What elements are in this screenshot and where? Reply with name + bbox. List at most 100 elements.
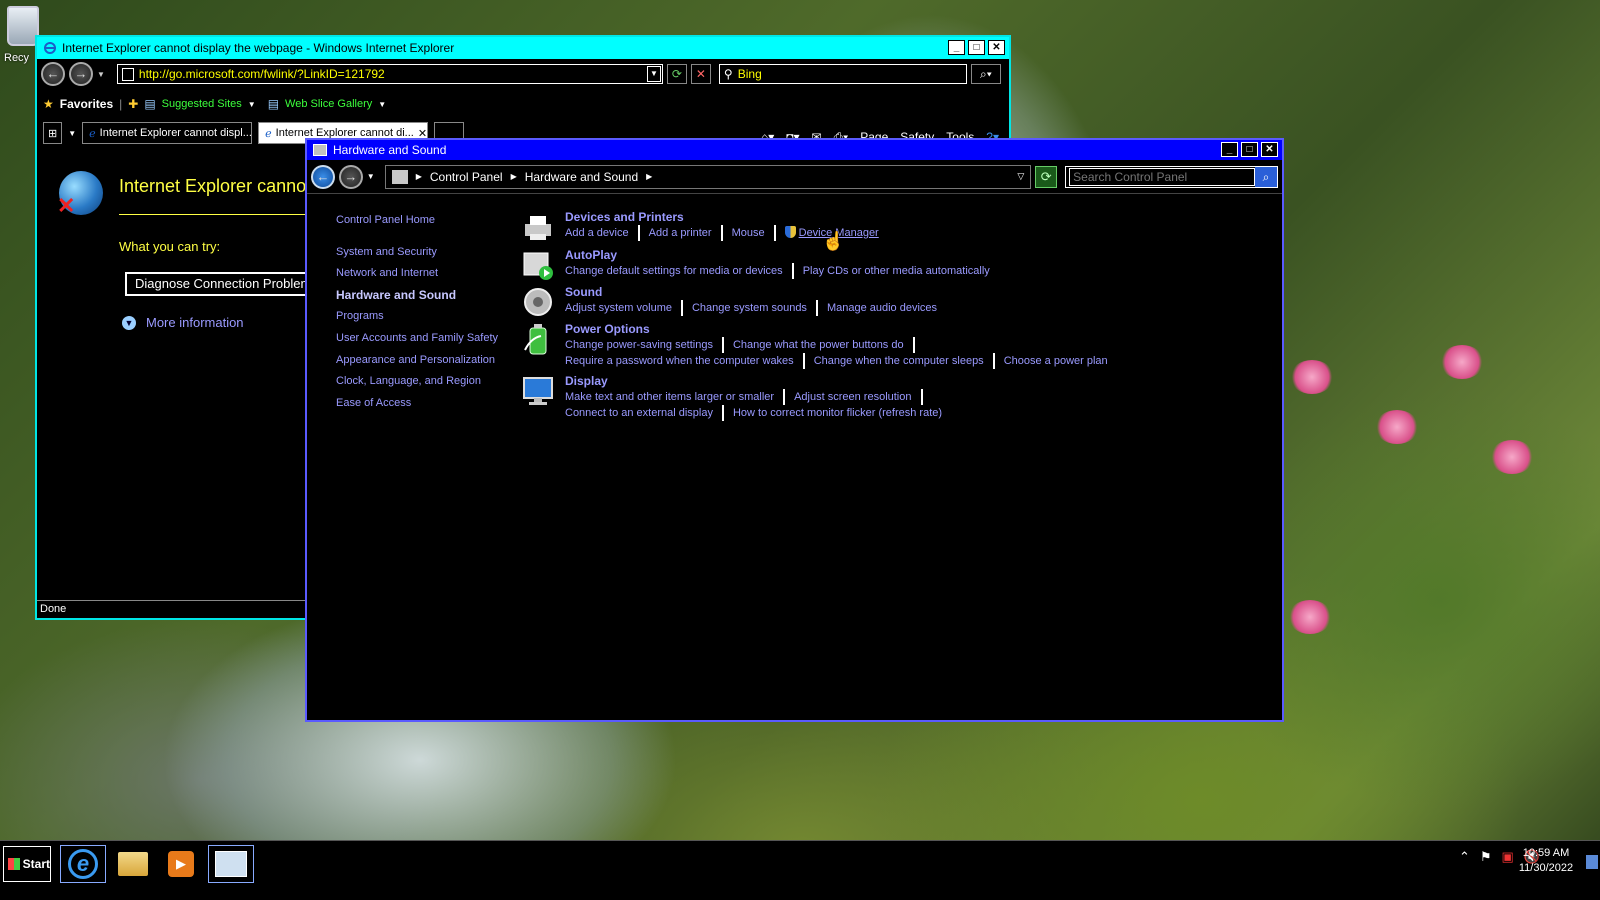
ie-page-icon: ℯ — [89, 127, 96, 140]
speaker-icon[interactable] — [521, 285, 555, 319]
stop-button[interactable]: ✕ — [690, 64, 711, 84]
taskbar-media-player[interactable]: ▶ — [158, 845, 204, 883]
add-a-device-link[interactable]: Add a device — [565, 225, 640, 241]
cp-search-box[interactable]: ⌕ — [1065, 165, 1278, 188]
taskbar-internet-explorer[interactable]: e — [60, 845, 106, 883]
address-dropdown-icon[interactable]: ▽ — [1017, 171, 1024, 182]
address-bar[interactable]: http://go.microsoft.com/fwlink/?LinkID=1… — [116, 64, 663, 84]
manage-audio-devices-link[interactable]: Manage audio devices — [827, 300, 946, 316]
sidebar-item-clock-language-region[interactable]: Clock, Language, and Region — [336, 371, 516, 393]
chevron-down-icon: ▼ — [122, 315, 136, 330]
ie-titlebar[interactable]: Internet Explorer cannot display the web… — [37, 37, 1009, 59]
close-button[interactable]: ✕ — [1261, 142, 1278, 157]
maximize-button[interactable]: □ — [968, 40, 985, 55]
control-panel-window[interactable]: Hardware and Sound _ □ ✕ ← → ▼ ▶ Control… — [305, 138, 1284, 722]
category-sound: Sound Adjust system volume Change system… — [521, 285, 955, 319]
breadcrumb-hardware-and-sound[interactable]: Hardware and Sound — [525, 170, 638, 184]
back-button[interactable]: ← — [41, 62, 65, 86]
search-button[interactable]: ⌕▾ — [970, 64, 1001, 84]
minimize-button[interactable]: _ — [1221, 142, 1238, 157]
forward-button[interactable]: → — [338, 164, 363, 189]
search-box[interactable]: ⚲ Bing — [718, 64, 967, 84]
system-clock[interactable]: 10:59 AM 11/30/2022 — [1506, 846, 1586, 876]
forward-button[interactable]: → — [69, 62, 93, 86]
address-url[interactable]: http://go.microsoft.com/fwlink/?LinkID=1… — [139, 67, 642, 81]
monitor-icon[interactable] — [521, 374, 555, 408]
start-button[interactable]: Start — [3, 846, 51, 882]
category-title[interactable]: Display — [565, 374, 1085, 389]
favorites-bar: ★ Favorites | ✚ ▤ Suggested Sites ▼ ▤ We… — [37, 89, 1009, 119]
battery-icon[interactable] — [521, 322, 555, 356]
adjust-screen-resolution-link[interactable]: Adjust screen resolution — [794, 389, 923, 405]
show-desktop-button[interactable] — [1586, 855, 1598, 869]
tab-list-dropdown-icon[interactable]: ▼ — [68, 129, 76, 138]
add-favorite-icon[interactable]: ✚ — [128, 97, 138, 111]
sidebar-item-hardware-and-sound[interactable]: Hardware and Sound — [336, 285, 516, 307]
breadcrumb[interactable]: ▶ Control Panel ▶ Hardware and Sound ▶ ▽ — [384, 164, 1032, 189]
breadcrumb-separator-icon[interactable]: ▶ — [511, 172, 517, 181]
cp-titlebar[interactable]: Hardware and Sound _ □ ✕ — [307, 140, 1282, 160]
change-sleep-time-link[interactable]: Change when the computer sleeps — [814, 353, 995, 369]
windows-logo-icon — [8, 858, 20, 870]
category-links: Change default settings for media or dev… — [565, 263, 1008, 279]
category-title[interactable]: AutoPlay — [565, 248, 1008, 263]
web-slice-gallery-link[interactable]: Web Slice Gallery — [285, 98, 372, 110]
adjust-system-volume-link[interactable]: Adjust system volume — [565, 300, 683, 316]
search-icon[interactable]: ⌕ — [1255, 166, 1277, 187]
wallpaper-flower — [1375, 410, 1419, 444]
sidebar-item-programs[interactable]: Programs — [336, 306, 516, 328]
require-password-on-wake-link[interactable]: Require a password when the computer wak… — [565, 353, 805, 369]
sidebar-item-system-and-security[interactable]: System and Security — [336, 242, 516, 264]
refresh-button[interactable]: ⟳ — [1035, 165, 1058, 188]
what-you-can-try-label: What you can try: — [119, 239, 221, 254]
breadcrumb-control-panel[interactable]: Control Panel — [430, 170, 503, 184]
change-power-saving-settings-link[interactable]: Change power-saving settings — [565, 337, 724, 353]
sidebar-item-user-accounts[interactable]: User Accounts and Family Safety — [336, 328, 516, 350]
quick-tabs-button[interactable]: ⊞ — [43, 122, 63, 144]
recent-locations-dropdown-icon[interactable]: ▼ — [367, 172, 375, 181]
add-a-printer-link[interactable]: Add a printer — [649, 225, 723, 241]
chevron-down-icon[interactable]: ▼ — [248, 100, 256, 109]
action-center-flag-icon[interactable]: ⚑ — [1480, 849, 1492, 865]
change-power-buttons-link[interactable]: Change what the power buttons do — [733, 337, 915, 353]
favorites-button[interactable]: Favorites — [60, 97, 113, 111]
suggested-sites-link[interactable]: Suggested Sites — [162, 98, 242, 110]
sidebar-item-control-panel-home[interactable]: Control Panel Home — [336, 210, 516, 232]
taskbar-windows-explorer[interactable] — [110, 845, 156, 883]
sidebar-item-appearance[interactable]: Appearance and Personalization — [336, 350, 516, 372]
printer-icon[interactable] — [521, 210, 555, 244]
sidebar-item-network-and-internet[interactable]: Network and Internet — [336, 263, 516, 285]
category-title[interactable]: Devices and Printers — [565, 210, 897, 225]
breadcrumb-separator-icon[interactable]: ▶ — [416, 172, 422, 181]
change-system-sounds-link[interactable]: Change system sounds — [692, 300, 818, 316]
back-button[interactable]: ← — [311, 164, 335, 189]
breadcrumb-separator-icon[interactable]: ▶ — [646, 172, 652, 181]
make-text-larger-link[interactable]: Make text and other items larger or smal… — [565, 389, 786, 405]
diagnose-connection-button[interactable]: Diagnose Connection Problem — [125, 272, 335, 296]
connect-external-display-link[interactable]: Connect to an external display — [565, 405, 724, 421]
show-hidden-icons-icon[interactable]: ⌃ — [1459, 849, 1470, 865]
mouse-link[interactable]: Mouse — [732, 225, 776, 241]
category-title[interactable]: Sound — [565, 285, 955, 300]
choose-power-plan-link[interactable]: Choose a power plan — [1004, 353, 1117, 369]
address-dropdown-icon[interactable]: ▼ — [646, 66, 661, 82]
chevron-down-icon[interactable]: ▼ — [378, 100, 386, 109]
category-title[interactable]: Power Options — [565, 322, 1165, 337]
cp-window-title: Hardware and Sound — [333, 143, 447, 157]
tab-1[interactable]: ℯ Internet Explorer cannot displ... — [82, 122, 253, 144]
correct-monitor-flicker-link[interactable]: How to correct monitor flicker (refresh … — [733, 405, 951, 421]
more-information-link[interactable]: ▼ More information — [122, 315, 244, 330]
close-button[interactable]: ✕ — [988, 40, 1005, 55]
taskbar-control-panel[interactable] — [208, 845, 254, 883]
refresh-button[interactable]: ⟳ — [666, 64, 687, 84]
search-input[interactable]: Bing — [738, 67, 762, 81]
sidebar-item-ease-of-access[interactable]: Ease of Access — [336, 393, 516, 415]
maximize-button[interactable]: □ — [1241, 142, 1258, 157]
search-input[interactable] — [1069, 167, 1255, 186]
minimize-button[interactable]: _ — [948, 40, 965, 55]
play-cds-automatically-link[interactable]: Play CDs or other media automatically — [803, 263, 999, 279]
autoplay-icon[interactable] — [521, 248, 555, 282]
recent-pages-dropdown-icon[interactable]: ▼ — [97, 70, 105, 79]
search-provider-icon: ⚲ — [723, 67, 733, 81]
change-default-media-settings-link[interactable]: Change default settings for media or dev… — [565, 263, 794, 279]
